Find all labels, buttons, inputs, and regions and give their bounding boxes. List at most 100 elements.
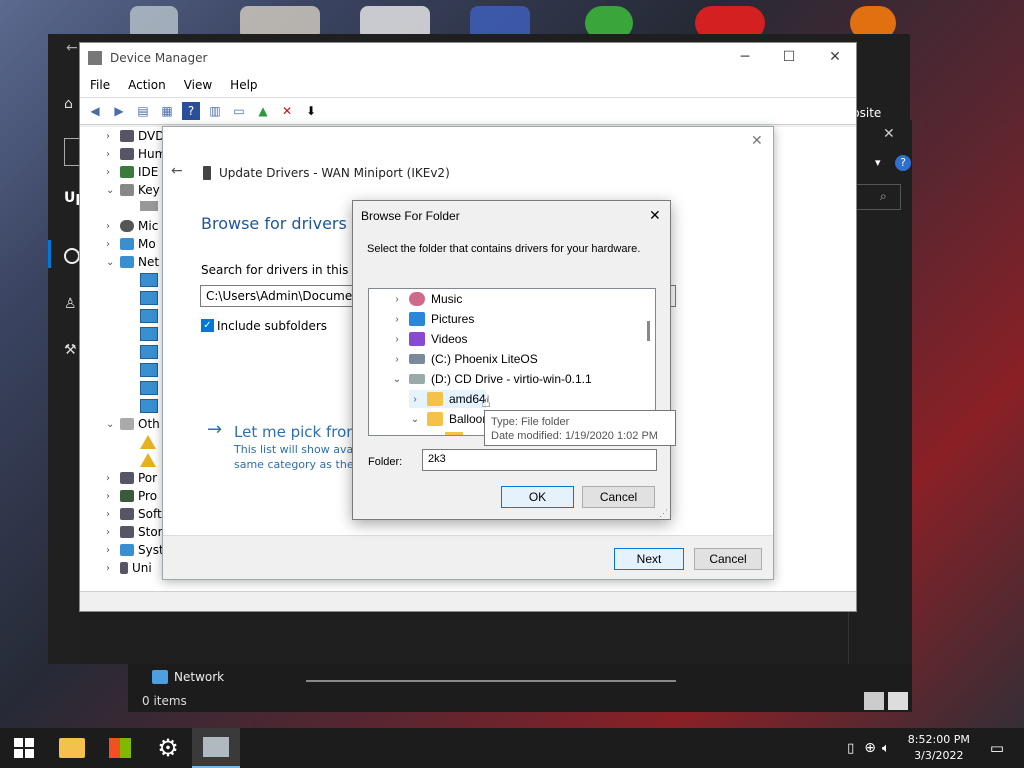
tree-item-videos[interactable]: › Videos [391,330,467,348]
network-adapter-icon[interactable] [140,309,158,323]
chevron-down-icon[interactable]: ▾ [875,156,881,169]
forward-icon[interactable]: ▶ [110,102,128,120]
tree-item-balloon[interactable]: ⌄ Balloon [409,410,489,428]
tree-item-storage[interactable]: › Stor [106,523,163,541]
chevron-right-icon[interactable]: › [106,221,116,232]
tiles-view-icon[interactable] [888,692,908,710]
close-icon[interactable]: ✕ [883,126,895,142]
minimize-icon[interactable]: ─ [730,49,760,65]
next-button[interactable]: Next [614,548,684,570]
resize-grip-icon[interactable]: ⋰ [659,508,668,519]
device-manager-taskbar-button[interactable] [192,728,240,768]
file-explorer-button[interactable] [48,728,96,768]
clock[interactable]: 8:52:00 PM 3/3/2022 [904,732,974,764]
tree-item-hid[interactable]: › Hum [106,145,166,163]
folder-input[interactable]: 2k3 [422,449,657,471]
include-subfolders-checkbox[interactable]: ✓ [201,319,214,332]
tree-item-amd64[interactable]: › amd64 [409,390,486,408]
tree-item-mice[interactable]: › Mic [106,217,158,235]
menu-view[interactable]: View [184,78,212,92]
network-adapter-icon[interactable] [140,399,158,413]
tree-item-pictures[interactable]: › Pictures [391,310,474,328]
warning-icon[interactable] [140,453,156,467]
tree-item-system[interactable]: › Syst [106,541,164,559]
chevron-right-icon[interactable]: › [106,491,116,502]
settings-button[interactable]: ⚙ [144,728,192,768]
keyboard-device-icon[interactable] [140,201,158,211]
tree-item-other[interactable]: ⌄ Oth [106,415,160,433]
monitor-icon[interactable]: ▭ [230,102,248,120]
help-icon[interactable]: ? [182,102,200,120]
chevron-down-icon[interactable]: ⌄ [391,374,403,385]
warning-icon[interactable] [140,435,156,449]
chevron-right-icon[interactable]: › [106,149,116,160]
menu-help[interactable]: Help [230,78,257,92]
tree-item-ide[interactable]: › IDE [106,163,158,181]
home-icon[interactable]: ⌂ [64,96,73,112]
details-view-icon[interactable] [864,692,884,710]
network-adapter-icon[interactable] [140,327,158,341]
tree-item-keyboards[interactable]: ⌄ Key [106,181,160,199]
store-button[interactable] [96,728,144,768]
tree-scrollbar-thumb[interactable] [647,321,650,341]
chevron-right-icon[interactable]: › [409,394,421,405]
tree-item-monitors[interactable]: › Mo [106,235,156,253]
network-adapter-icon[interactable] [140,345,158,359]
chevron-down-icon[interactable]: ⌄ [106,419,116,430]
close-icon[interactable]: ✕ [820,49,850,65]
back-icon[interactable]: ◀ [86,102,104,120]
network-adapter-icon[interactable] [140,273,158,287]
tools-icon[interactable]: ⚒ [64,342,77,358]
close-icon[interactable]: ✕ [751,133,763,149]
chevron-right-icon[interactable]: › [106,527,116,538]
cancel-button[interactable]: Cancel [582,486,655,508]
usb-tray-icon[interactable]: ▯ [847,741,854,756]
menu-action[interactable]: Action [128,78,166,92]
chevron-right-icon[interactable]: › [106,545,116,556]
search-icon[interactable]: ⌕ [855,184,901,210]
chevron-down-icon[interactable]: ⌄ [409,414,421,425]
sidebar-box[interactable] [64,138,80,166]
chevron-right-icon[interactable]: › [106,473,116,484]
chevron-down-icon[interactable]: ⌄ [106,185,116,196]
chevron-right-icon[interactable]: › [391,334,403,345]
uninstall-icon[interactable]: ✕ [278,102,296,120]
list-icon[interactable]: ▦ [158,102,176,120]
tree-item-dvd[interactable]: › DVD [106,127,164,145]
tree-item-music[interactable]: › Music [391,290,462,308]
tree-item-usb[interactable]: › Uni [106,559,152,577]
person-icon[interactable]: ♙ [64,296,77,312]
chevron-right-icon[interactable]: › [106,239,116,250]
volume-muted-icon[interactable]: 🔈︎ [882,741,890,756]
check-circle-icon[interactable] [64,248,80,264]
chevron-down-icon[interactable]: ⌄ [106,257,116,268]
ok-button[interactable]: OK [501,486,574,508]
chevron-right-icon[interactable]: › [106,509,116,520]
start-button[interactable] [0,728,48,768]
chevron-right-icon[interactable]: › [391,354,403,365]
properties-icon[interactable]: ▤ [134,102,152,120]
chevron-right-icon[interactable]: › [391,314,403,325]
tree-item-ports[interactable]: › Por [106,469,157,487]
chevron-right-icon[interactable]: › [391,294,403,305]
tree-item-software[interactable]: › Soft [106,505,162,523]
close-icon[interactable]: ✕ [649,207,661,224]
update-driver-icon[interactable]: ▲ [254,102,272,120]
chevron-right-icon[interactable]: › [106,131,116,142]
chevron-right-icon[interactable]: › [106,167,116,178]
notifications-icon[interactable]: ▭ [990,739,1004,757]
tree-item-c-drive[interactable]: › (C:) Phoenix LiteOS [391,350,537,368]
network-adapter-icon[interactable] [140,363,158,377]
network-adapter-icon[interactable] [140,381,158,395]
network-label[interactable]: Network [174,670,224,684]
scan-icon[interactable]: ⬇ [302,102,320,120]
pick-driver-link[interactable]: Let me pick from [234,423,361,441]
help-icon[interactable]: ? [895,155,911,171]
tree-item-processors[interactable]: › Pro [106,487,157,505]
back-arrow-icon[interactable]: ← [66,40,78,56]
chevron-right-icon[interactable]: › [106,563,116,574]
maximize-icon[interactable]: ☐ [774,49,804,65]
tree-item-network[interactable]: ⌄ Net [106,253,159,271]
cancel-button[interactable]: Cancel [694,548,762,570]
menu-file[interactable]: File [90,78,110,92]
